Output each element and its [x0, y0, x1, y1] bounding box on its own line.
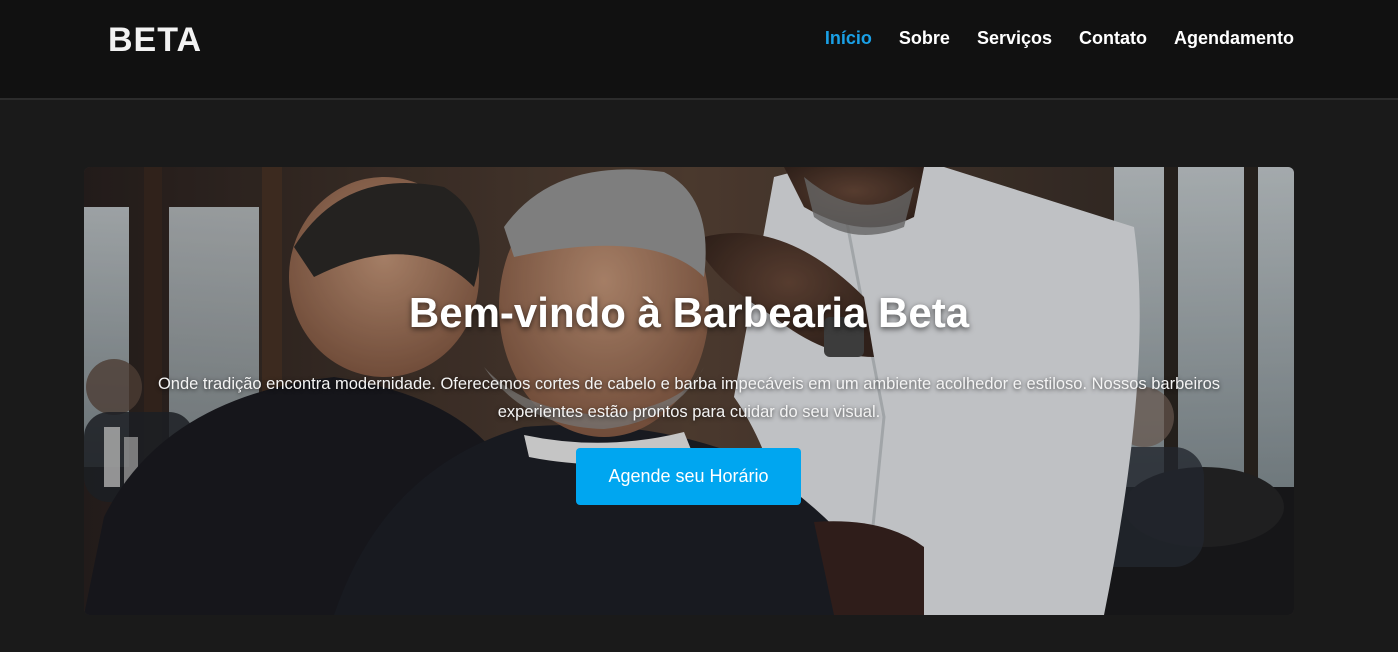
hero-description-line-1: Onde tradição encontra modernidade. Ofer…	[157, 375, 1221, 393]
nav-link-inicio[interactable]: Início	[825, 24, 872, 52]
nav-link-servicos[interactable]: Serviços	[977, 24, 1052, 52]
nav-link-sobre[interactable]: Sobre	[899, 24, 950, 52]
main-nav: Início Sobre Serviços Contato Agendament…	[798, 24, 1294, 52]
hero-content: Bem-vindo à Barbearia Beta Onde tradição…	[84, 167, 1294, 615]
hero-description-line-2: experientes estão prontos para cuidar do…	[497, 403, 881, 421]
site-logo[interactable]: BETA	[108, 18, 202, 62]
book-appointment-button[interactable]: Agende seu Horário	[576, 448, 801, 505]
nav-link-agendamento[interactable]: Agendamento	[1174, 24, 1294, 52]
nav-link-contato[interactable]: Contato	[1079, 24, 1147, 52]
hero-title: Bem-vindo à Barbearia Beta	[408, 289, 970, 336]
site-navbar: BETA Início Sobre Serviços Contato Agend…	[0, 0, 1398, 100]
hero-banner: Bem-vindo à Barbearia Beta Onde tradição…	[84, 167, 1294, 615]
hero-description: Onde tradição encontra modernidade. Ofer…	[114, 370, 1264, 426]
